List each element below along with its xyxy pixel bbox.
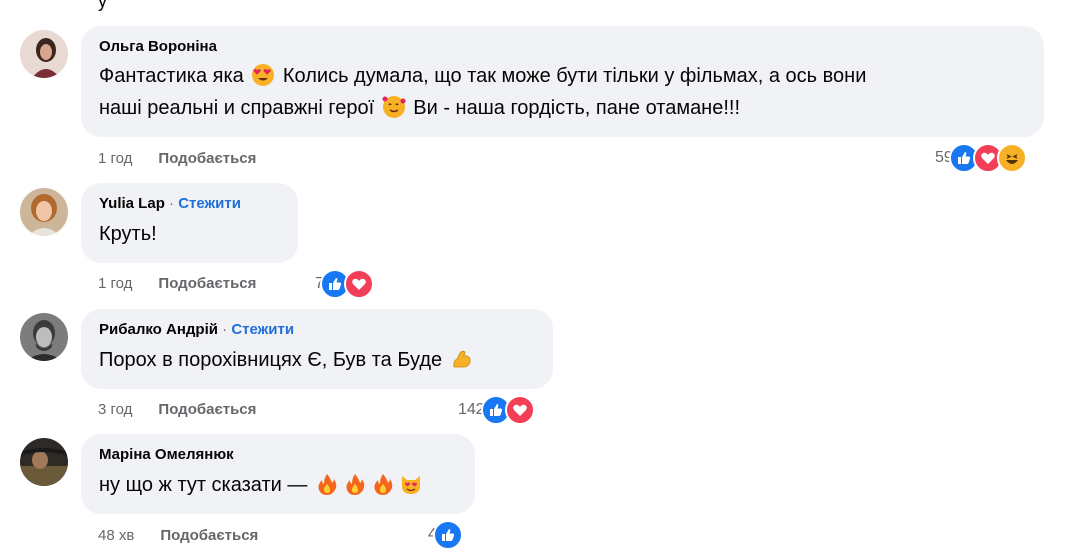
like-button[interactable]: Подобається bbox=[158, 150, 256, 167]
comment-meta: 48 хв Подобається bbox=[98, 527, 258, 544]
love-reaction-icon bbox=[343, 269, 374, 299]
smiling-face-with-hearts-icon bbox=[382, 96, 406, 118]
reaction-summary[interactable]: 4 bbox=[428, 520, 463, 550]
avatar-image bbox=[20, 438, 68, 486]
timestamp[interactable]: 1 год bbox=[98, 150, 132, 167]
comment-text: ну що ж тут сказати — bbox=[99, 470, 457, 500]
avatar[interactable] bbox=[20, 188, 68, 236]
timestamp[interactable]: 3 год bbox=[98, 401, 132, 418]
comment-bubble: Рибалко Андрій · Стежити Порох в порохів… bbox=[81, 309, 553, 389]
author-name[interactable]: Рибалко Андрій bbox=[99, 321, 218, 338]
love-reaction-icon bbox=[504, 395, 535, 425]
reaction-summary[interactable]: 7 bbox=[315, 269, 374, 299]
reaction-summary[interactable]: 142 bbox=[458, 395, 535, 425]
author-name[interactable]: Yulia Lap bbox=[99, 195, 165, 212]
timestamp[interactable]: 48 хв bbox=[98, 527, 134, 544]
comment-meta: 3 год Подобається bbox=[98, 401, 256, 418]
like-reaction-icon bbox=[432, 520, 463, 550]
avatar[interactable] bbox=[20, 313, 68, 361]
avatar[interactable] bbox=[20, 30, 68, 78]
fire-emoji-icon bbox=[346, 474, 365, 495]
comment-bubble: Yulia Lap · Стежити Круть! bbox=[81, 183, 298, 263]
follow-link[interactable]: Стежити bbox=[231, 321, 294, 338]
comment-bubble: Ольга Вороніна Фантастика яка Колись дум… bbox=[81, 26, 1044, 137]
like-button[interactable]: Подобається bbox=[158, 275, 256, 292]
avatar-image bbox=[20, 188, 68, 236]
heart-eyes-cat-emoji-icon bbox=[401, 476, 420, 494]
previous-comment-fragment: у bbox=[98, 0, 107, 11]
author-name[interactable]: Маріна Омелянюк bbox=[99, 446, 234, 463]
author-name[interactable]: Ольга Вороніна bbox=[99, 38, 217, 55]
comment-text: Порох в порохівницях Є, Був та Буде bbox=[99, 345, 535, 375]
comment-bubble: Маріна Омелянюк ну що ж тут сказати — bbox=[81, 434, 475, 514]
fire-emoji-icon bbox=[318, 474, 337, 495]
avatar-image bbox=[20, 30, 68, 78]
reaction-summary[interactable]: 59 bbox=[935, 143, 1027, 173]
haha-reaction-icon bbox=[996, 143, 1027, 173]
like-button[interactable]: Подобається bbox=[160, 527, 258, 544]
avatar-image bbox=[20, 313, 68, 361]
comment-text: Круть! bbox=[99, 223, 157, 245]
heart-eyes-emoji-icon bbox=[252, 64, 275, 86]
like-button[interactable]: Подобається bbox=[158, 401, 256, 418]
avatar[interactable] bbox=[20, 438, 68, 486]
timestamp[interactable]: 1 год bbox=[98, 275, 132, 292]
comment-text: Фантастика яка Колись думала, що так мож… bbox=[99, 64, 867, 119]
fire-emoji-icon bbox=[374, 474, 393, 495]
follow-link[interactable]: Стежити bbox=[178, 195, 241, 212]
flexed-biceps-emoji-icon bbox=[453, 350, 471, 368]
comment-meta: 1 год Подобається bbox=[98, 150, 256, 167]
comment-meta: 1 год Подобається bbox=[98, 275, 256, 292]
